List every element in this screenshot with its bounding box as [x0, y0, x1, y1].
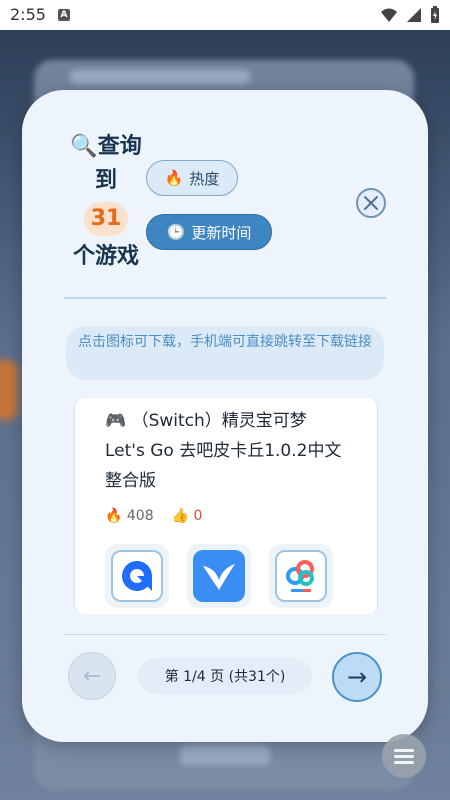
signal-icon [407, 8, 421, 22]
background-header [70, 70, 250, 84]
close-icon [364, 196, 378, 210]
xunlei-icon [193, 550, 245, 602]
game-card: 🎮 （Switch）精灵宝可梦 Let's Go 去吧皮卡丘1.0.2中文整合版… [74, 398, 378, 614]
sort-time-label: 更新时间 [191, 223, 252, 242]
notification-a-icon: A [58, 9, 70, 21]
status-icons [380, 6, 440, 24]
clock-icon: 🕒 [166, 223, 186, 241]
search-icon: 🔍 [70, 134, 98, 159]
hot-count: 408 [126, 508, 154, 524]
fire-icon: 🔥 [105, 508, 123, 524]
header-divider [64, 297, 386, 299]
footer-divider [64, 634, 386, 635]
wifi-icon [381, 8, 397, 22]
xunlei-download-button[interactable] [187, 544, 251, 608]
sort-by-update-time-button[interactable]: 🕒 更新时间 [146, 214, 272, 250]
sort-hot-label: 热度 [189, 169, 220, 188]
menu-icon [394, 749, 414, 764]
page-indicator: 第 1/4 页 (共31个) [138, 658, 312, 694]
like-stat[interactable]: 👍 0 [172, 508, 203, 524]
download-notice: 点击图标可下载，手机端可直接跳转至下载链接 [66, 326, 384, 380]
result-count-badge: 31 [84, 202, 128, 236]
previous-page-button[interactable]: ← [68, 652, 116, 700]
title-suffix: 个游戏 [72, 244, 139, 269]
quark-drive-icon [111, 550, 163, 602]
results-title: 🔍查询 到 31 个游戏 [66, 130, 146, 274]
next-page-button[interactable]: → [332, 652, 382, 702]
status-bar: 2:55 A [0, 0, 450, 30]
fire-icon: 🔥 [164, 169, 184, 187]
game-title[interactable]: 🎮 （Switch）精灵宝可梦 Let's Go 去吧皮卡丘1.0.2中文整合版 [105, 406, 345, 496]
like-count: 0 [193, 508, 203, 524]
download-links [105, 544, 333, 608]
menu-fab-button[interactable] [382, 734, 426, 778]
baidu-download-button[interactable] [269, 544, 333, 608]
quark-download-button[interactable] [105, 544, 169, 608]
thumbs-up-icon: 👍 [171, 508, 190, 524]
title-line-1: 🔍查询 [66, 130, 146, 164]
gamepad-icon: 🎮 [105, 411, 127, 431]
battery-icon [431, 6, 439, 23]
background-footer [180, 745, 270, 765]
hot-stat: 🔥 408 [105, 508, 154, 524]
search-results-modal: 🔍查询 到 31 个游戏 🔥 热度 🕒 更新时间 点击图标可下载，手机端可直接跳… [22, 90, 428, 742]
sort-by-hot-button[interactable]: 🔥 热度 [146, 160, 238, 196]
close-button[interactable] [356, 188, 386, 218]
arrow-right-icon: → [346, 663, 368, 691]
status-time: 2:55 [10, 5, 46, 24]
game-stats: 🔥 408 👍 0 [105, 508, 202, 524]
title-prefix: 查询 [97, 134, 142, 159]
background-accent [0, 360, 18, 420]
baidu-netdisk-icon [275, 550, 327, 602]
title-to: 到 [94, 168, 117, 193]
game-title-text: （Switch）精灵宝可梦 Let's Go 去吧皮卡丘1.0.2中文整合版 [105, 411, 342, 491]
arrow-left-icon: ← [82, 663, 102, 689]
